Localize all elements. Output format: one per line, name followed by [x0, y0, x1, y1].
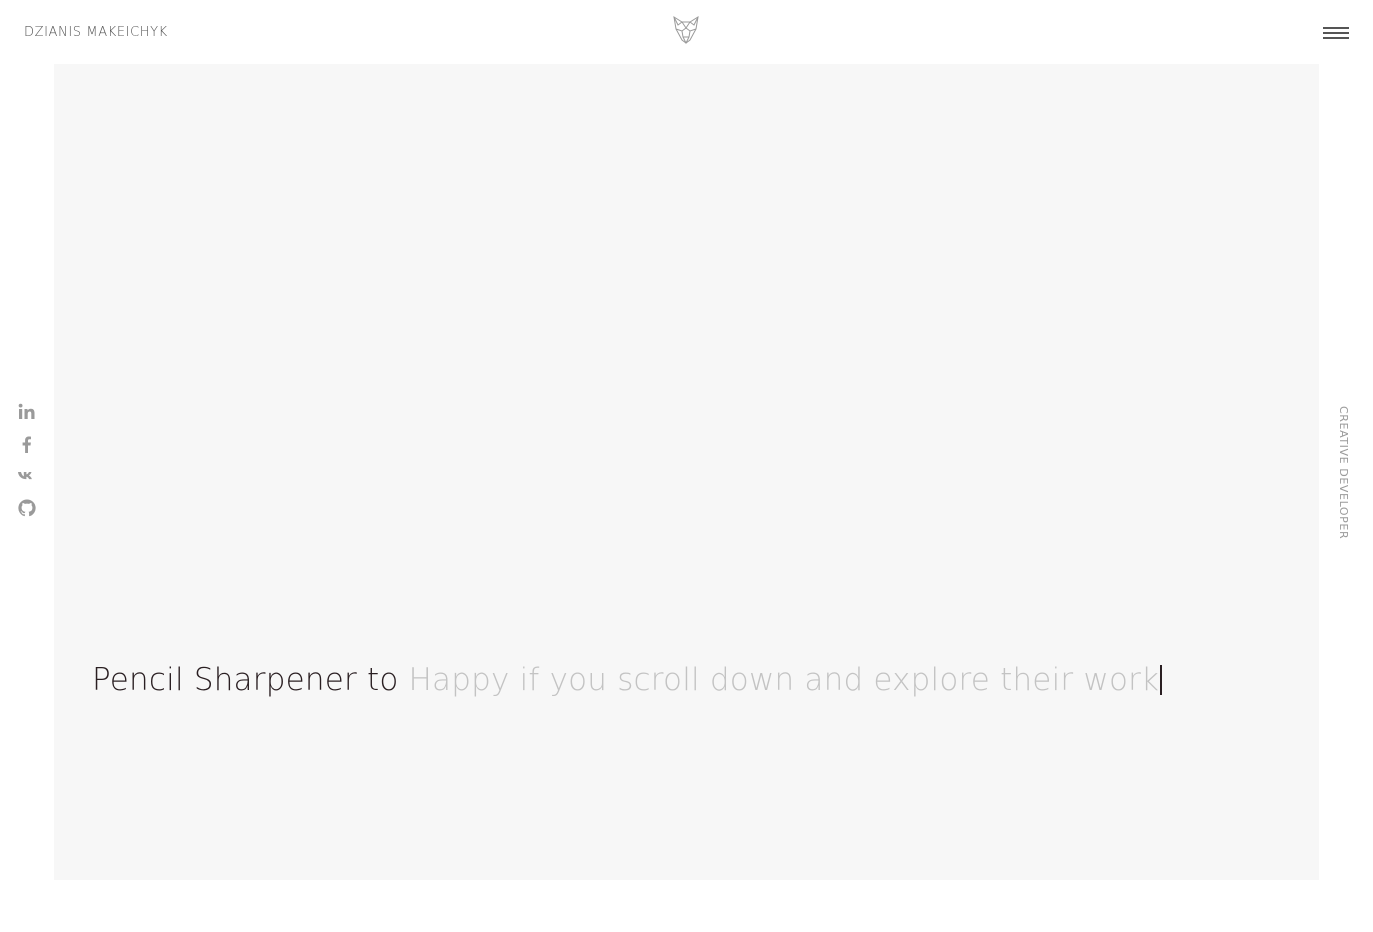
typing-cursor [1160, 665, 1163, 695]
hero-headline: Pencil Sharpener to Happy if you scroll … [92, 662, 1163, 698]
role-label: CREATIVE DEVELOPER [1337, 406, 1351, 540]
facebook-icon[interactable] [17, 434, 37, 454]
menu-line [1323, 27, 1349, 29]
hero-section: Pencil Sharpener to Happy if you scroll … [54, 64, 1319, 880]
menu-line [1323, 32, 1349, 34]
brand-name-link[interactable]: DZIANIS MAKEICHYK [24, 25, 168, 40]
menu-button[interactable] [1323, 25, 1349, 41]
page: DZIANIS MAKEICHYK Pencil Sharpener to Ha… [0, 0, 1373, 932]
headline-typed-text: Happy if you scroll down and explore the… [408, 662, 1160, 698]
wolf-head-logo-icon[interactable] [672, 15, 700, 45]
headline-static-text: Pencil Sharpener to [92, 662, 409, 698]
linkedin-icon[interactable] [17, 402, 37, 422]
vk-icon[interactable] [17, 466, 37, 486]
social-links [17, 402, 37, 530]
github-icon[interactable] [17, 498, 37, 518]
menu-line [1323, 37, 1349, 39]
role-label-text: CREATIVE DEVELOPER [1337, 406, 1350, 540]
